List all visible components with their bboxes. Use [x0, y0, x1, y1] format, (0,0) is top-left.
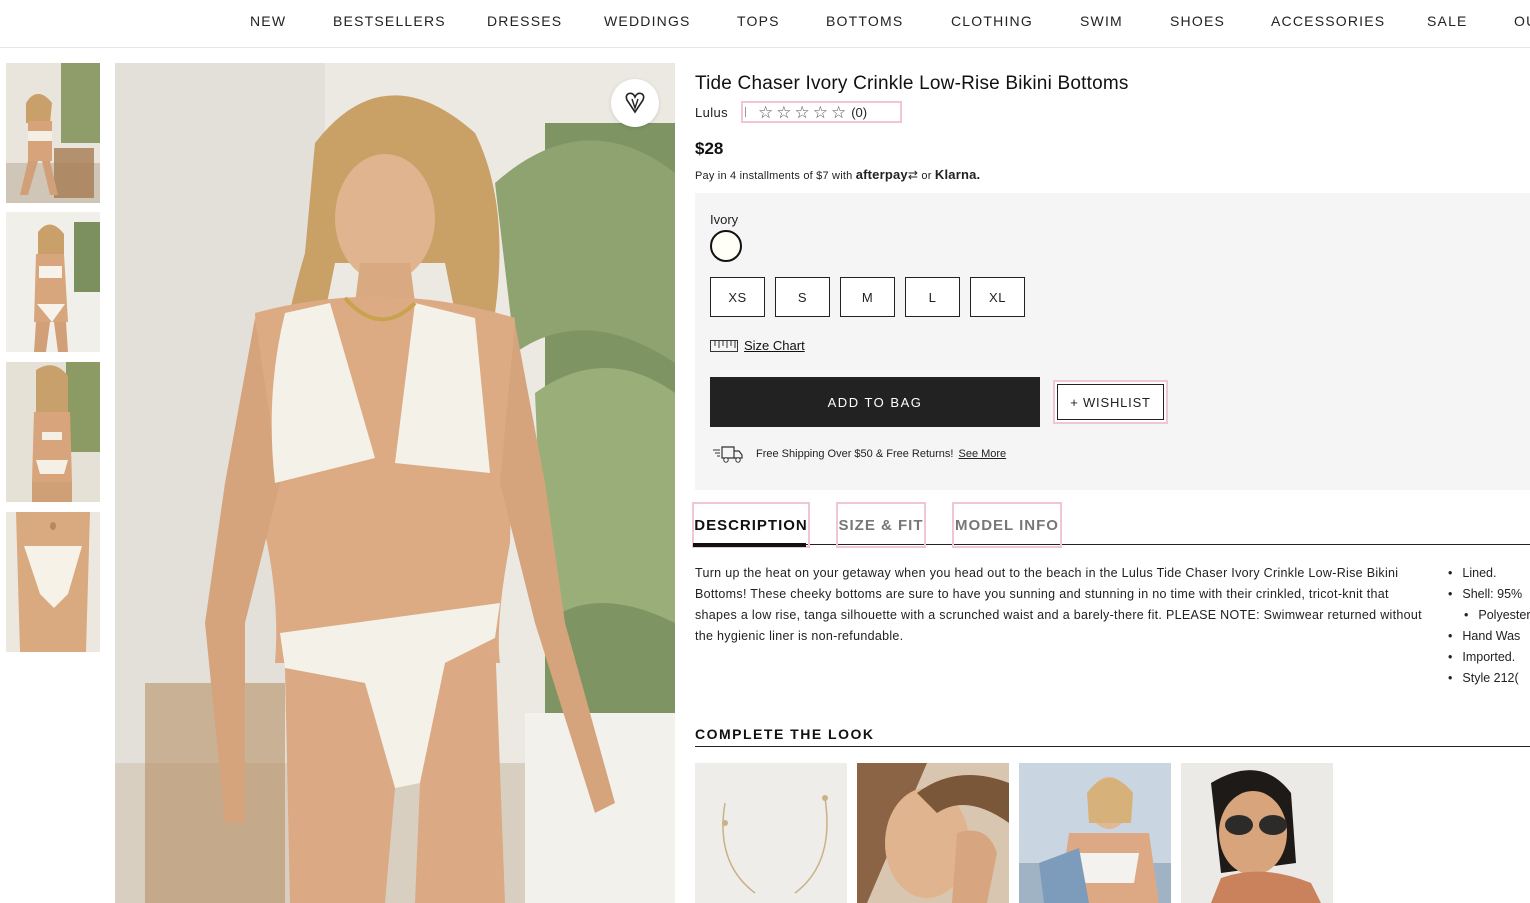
complete-the-look-divider [695, 746, 1530, 747]
nav-item-sale[interactable]: SALE [1427, 13, 1468, 29]
tab-size-fit[interactable]: SIZE & FIT [836, 502, 926, 548]
tab-description-label: DESCRIPTION [694, 516, 808, 534]
tab-model-info-label: MODEL INFO [955, 516, 1059, 534]
product-title: Tide Chaser Ivory Crinkle Low-Rise Bikin… [695, 73, 1129, 94]
size-option-l[interactable]: L [905, 277, 960, 317]
thumbnail-image [6, 362, 100, 502]
shipping-info: Free Shipping Over $50 & Free Returns! S… [712, 444, 1006, 464]
detail-item: Lined. [1448, 563, 1530, 584]
shipping-see-more-link[interactable]: See More [958, 448, 1006, 460]
tab-size-fit-label: SIZE & FIT [838, 516, 924, 534]
complete-look-item-necklace[interactable] [695, 763, 847, 903]
detail-item: Hand Was [1448, 626, 1530, 647]
thumbnail-3[interactable] [6, 362, 100, 502]
installments-or: or [921, 170, 932, 182]
afterpay-loop-icon: ⇄ [907, 168, 919, 182]
thumbnail-1[interactable] [6, 63, 100, 203]
size-chart-link[interactable]: Size Chart [710, 338, 805, 353]
product-thumbnail [1181, 763, 1333, 903]
top-navigation: NEW BESTSELLERS DRESSES WEDDINGS TOPS BO… [0, 0, 1530, 48]
size-option-m[interactable]: M [840, 277, 895, 317]
thumbnail-4[interactable] [6, 512, 100, 652]
thumbnail-image [6, 63, 100, 203]
nav-item-shoes[interactable]: SHOES [1170, 13, 1225, 29]
product-details-list: Lined. Shell: 95% Polyester, Hand Was Im… [1448, 563, 1530, 689]
wishlist-label: + WISHLIST [1057, 384, 1164, 420]
delivery-truck-icon [713, 446, 743, 463]
wishlist-button[interactable]: + WISHLIST [1053, 380, 1168, 424]
klarna-logo[interactable]: Klarna. [935, 167, 980, 182]
complete-look-item-top[interactable] [1019, 763, 1171, 903]
heart-outline-icon [625, 92, 645, 114]
afterpay-logo[interactable]: afterpay [856, 167, 908, 182]
complete-look-item-rings[interactable] [857, 763, 1009, 903]
product-rating[interactable]: ☆☆☆☆☆ (0) [741, 101, 902, 123]
thumbnail-image [6, 512, 100, 652]
complete-the-look-title: COMPLETE THE LOOK [695, 726, 875, 742]
size-option-xl[interactable]: XL [970, 277, 1025, 317]
nav-item-clothing[interactable]: CLOTHING [951, 13, 1033, 29]
product-thumbnail [1019, 763, 1171, 903]
color-swatch-ivory[interactable] [710, 230, 742, 262]
tab-model-info[interactable]: MODEL INFO [952, 502, 1062, 548]
tabs-divider [695, 544, 1530, 545]
nav-item-swim[interactable]: SWIM [1080, 13, 1123, 29]
size-option-xs[interactable]: XS [710, 277, 765, 317]
nav-item-bestsellers[interactable]: BESTSELLERS [333, 13, 446, 29]
detail-item: Polyester, [1448, 605, 1530, 626]
main-product-image [115, 63, 675, 903]
product-thumbnail [857, 763, 1009, 903]
product-brand: Lulus [695, 105, 729, 120]
detail-item: Imported. [1448, 647, 1530, 668]
active-tab-indicator [693, 543, 806, 547]
product-description: Turn up the heat on your getaway when yo… [695, 566, 1422, 643]
nav-item-bottoms[interactable]: BOTTOMS [826, 13, 903, 29]
color-label: Ivory [710, 212, 739, 227]
size-chart-label: Size Chart [744, 338, 805, 353]
ruler-icon [710, 339, 738, 352]
complete-look-item-sunglasses[interactable] [1181, 763, 1333, 903]
review-count: (0) [851, 104, 868, 120]
nav-item-tops[interactable]: TOPS [737, 13, 780, 29]
shipping-text: Free Shipping Over $50 & Free Returns! [756, 448, 954, 460]
nav-item-outlet[interactable]: OU [1514, 13, 1530, 29]
thumbnail-2[interactable] [6, 212, 100, 352]
product-price: $28 [695, 139, 724, 158]
size-option-s[interactable]: S [775, 277, 830, 317]
nav-item-new[interactable]: NEW [250, 13, 286, 29]
add-to-bag-button[interactable]: ADD TO BAG [710, 377, 1040, 427]
installments-info: Pay in 4 installments of $7 with afterpa… [695, 167, 980, 182]
detail-item: Style 212( [1448, 668, 1530, 689]
nav-item-dresses[interactable]: DRESSES [487, 13, 562, 29]
rating-divider [745, 107, 746, 117]
tab-description[interactable]: DESCRIPTION [692, 502, 810, 548]
product-thumbnail [695, 763, 847, 903]
star-rating-icon: ☆☆☆☆☆ [758, 102, 850, 122]
detail-item: Shell: 95% [1448, 584, 1530, 605]
installments-text: Pay in 4 installments of $7 with [695, 170, 853, 182]
nav-item-accessories[interactable]: ACCESSORIES [1271, 13, 1385, 29]
thumbnail-image [6, 212, 100, 352]
favorite-button[interactable] [611, 79, 659, 127]
nav-item-weddings[interactable]: WEDDINGS [604, 13, 691, 29]
